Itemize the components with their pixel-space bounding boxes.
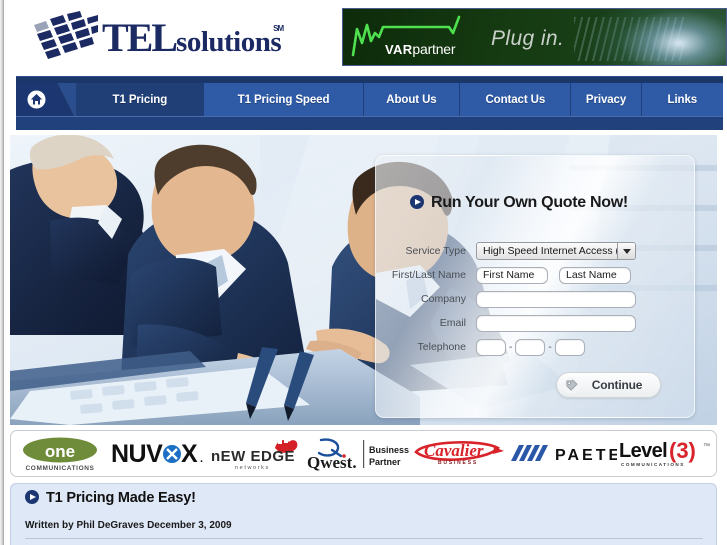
telephone-separator-2: -: [548, 341, 552, 353]
partner-logos-strip: one COMMUNICATIONS NUV X . nEW EDGE netw…: [10, 430, 717, 477]
banner-glow-decoration: [586, 9, 726, 65]
svg-text:.: .: [200, 453, 203, 465]
partner-logo-nuvox[interactable]: NUV X .: [110, 431, 209, 476]
svg-text:Level: Level: [619, 440, 667, 462]
nav-item-t1-pricing-speed[interactable]: T1 Pricing Speed: [204, 83, 364, 116]
quote-form-panel: Run Your Own Quote Now! Service Type Hig…: [375, 155, 695, 418]
nav-bottom-strip: [16, 116, 723, 130]
window-left-gutter: [4, 0, 6, 545]
partner-logo-qwest[interactable]: Qwest. Business Partner: [307, 431, 409, 476]
svg-text:(3): (3): [669, 438, 696, 463]
chevron-down-icon[interactable]: [617, 243, 635, 259]
continue-button-label: Continue: [591, 378, 643, 392]
quote-panel-title: Run Your Own Quote Now!: [410, 194, 628, 212]
home-icon: [27, 90, 46, 109]
first-name-input[interactable]: [476, 266, 548, 284]
email-input[interactable]: [476, 314, 636, 332]
banner-brand-var: VAR: [385, 42, 413, 57]
svg-text:Cavalier: Cavalier: [424, 441, 484, 460]
quote-title-text: Run Your Own Quote Now!: [431, 194, 628, 211]
nav-shell: T1 Pricing T1 Pricing Speed About Us Con…: [16, 76, 724, 130]
nav-item-links[interactable]: Links: [641, 83, 724, 116]
article-title-text: T1 Pricing Made Easy!: [46, 490, 196, 506]
service-type-select-value[interactable]: High Speed Internet Access (T1/DS: [476, 242, 636, 260]
label-first-last-name: First/Last Name: [391, 269, 466, 281]
nav-item-about-us[interactable]: About Us: [363, 83, 461, 116]
field-row-name: First/Last Name: [376, 263, 694, 287]
svg-text:Partner: Partner: [369, 457, 401, 467]
label-service-type: Service Type: [405, 245, 466, 257]
article-section: T1 Pricing Made Easy! Written by Phil De…: [10, 483, 717, 545]
play-bullet-icon: [25, 490, 39, 504]
svg-text:one: one: [45, 442, 75, 461]
article-divider: [25, 538, 703, 539]
field-row-telephone: Telephone - -: [376, 335, 694, 359]
quote-form-fields: Service Type High Speed Internet Access …: [376, 239, 694, 359]
logo-text-tel: TEL: [102, 15, 178, 60]
svg-text:networks: networks: [235, 465, 270, 471]
page-root: TELsolutions SM VARpartner Plug in. T1 P…: [0, 0, 727, 545]
article-byline: Written by Phil DeGraves December 3, 200…: [25, 520, 232, 531]
svg-text:NUV: NUV: [111, 440, 163, 468]
svg-text:BUSINESS: BUSINESS: [438, 460, 478, 466]
nav-item-contact-us[interactable]: Contact Us: [460, 83, 572, 116]
svg-text:X: X: [181, 440, 198, 468]
field-row-email: Email: [376, 311, 694, 335]
partner-logo-paetec[interactable]: PAETEC: [507, 431, 617, 476]
last-name-input[interactable]: [559, 266, 631, 284]
svg-text:COMMUNICATIONS: COMMUNICATIONS: [26, 465, 95, 472]
label-telephone: Telephone: [417, 341, 466, 353]
nav-items-row: T1 Pricing T1 Pricing Speed About Us Con…: [16, 83, 724, 116]
telephone-line-input[interactable]: [554, 338, 585, 356]
article-title[interactable]: T1 Pricing Made Easy!: [25, 490, 196, 506]
svg-text:nEW EDGE: nEW EDGE: [211, 448, 295, 465]
partner-logo-new-edge-networks[interactable]: nEW EDGE networks: [208, 431, 307, 476]
banner-brand-partner: partner: [412, 41, 456, 57]
telephone-area-input[interactable]: [476, 338, 506, 356]
site-logo[interactable]: TELsolutions SM: [30, 9, 335, 64]
varpartner-banner[interactable]: VARpartner Plug in.: [342, 8, 727, 66]
continue-button[interactable]: Continue: [556, 372, 661, 398]
logo-servicemark: SM: [273, 24, 284, 33]
service-type-select[interactable]: High Speed Internet Access (T1/DS: [476, 242, 636, 260]
logo-text-solutions: solutions: [176, 26, 282, 58]
company-input[interactable]: [476, 290, 636, 308]
label-email: Email: [439, 317, 466, 329]
nav-slant-decoration: [57, 83, 77, 116]
play-bullet-icon: [410, 195, 424, 209]
site-header: TELsolutions SM VARpartner Plug in.: [6, 0, 727, 74]
partner-logo-level3[interactable]: Level (3) ™ COMMUNICATIONS: [617, 431, 716, 476]
banner-tagline: Plug in.: [491, 27, 565, 50]
tag-icon: [563, 376, 580, 394]
svg-text:PAETEC: PAETEC: [555, 447, 617, 464]
nav-item-privacy[interactable]: Privacy: [571, 83, 642, 116]
svg-text:Qwest.: Qwest.: [307, 453, 357, 472]
logo-wordmark: TELsolutions SM: [102, 15, 284, 60]
svg-text:COMMUNICATIONS: COMMUNICATIONS: [621, 462, 685, 467]
telephone-prefix-input[interactable]: [515, 338, 546, 356]
banner-brand: VARpartner: [385, 41, 456, 57]
label-company: Company: [421, 293, 466, 305]
svg-text:™: ™: [703, 443, 710, 450]
svg-text:Business: Business: [369, 445, 409, 455]
telephone-separator-1: -: [509, 341, 513, 353]
field-row-service-type: Service Type High Speed Internet Access …: [376, 239, 694, 263]
main-navigation: T1 Pricing T1 Pricing Speed About Us Con…: [6, 74, 727, 132]
partner-logo-cavalier[interactable]: Cavalier BUSINESS: [409, 431, 508, 476]
nav-item-t1-pricing[interactable]: T1 Pricing: [76, 83, 205, 116]
partner-logo-one-communications[interactable]: one COMMUNICATIONS: [11, 431, 110, 476]
logo-grid-icon: [30, 11, 98, 61]
nav-home-button[interactable]: [16, 83, 58, 116]
field-row-company: Company: [376, 287, 694, 311]
hero-banner: Run Your Own Quote Now! Service Type Hig…: [10, 135, 717, 425]
